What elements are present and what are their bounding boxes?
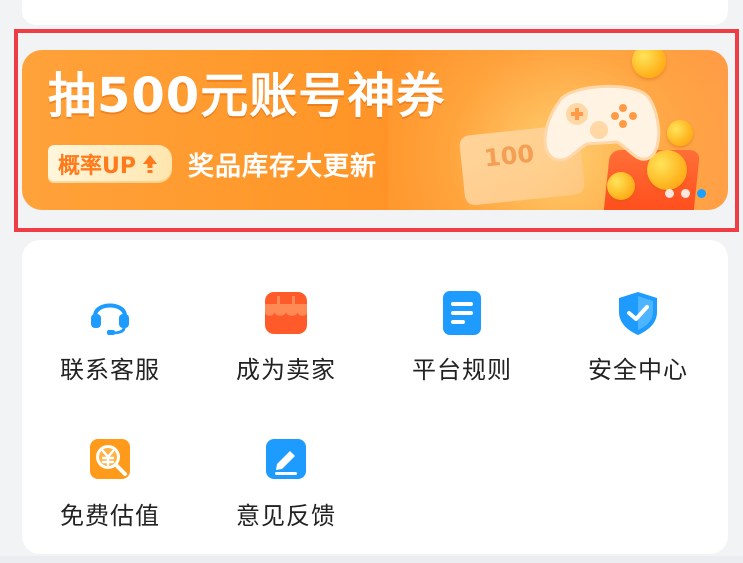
valuation-icon	[87, 436, 133, 482]
service-feedback[interactable]: 意见反馈	[198, 436, 374, 531]
service-contact-support[interactable]: 联系客服	[22, 290, 198, 385]
previous-card	[22, 0, 728, 25]
services-grid: 联系客服 成为卖家 平台规则 安全中心 免费估值 意见反馈	[22, 240, 728, 554]
service-label: 安全中心	[588, 356, 688, 384]
shop-icon	[263, 290, 309, 336]
service-label: 意见反馈	[236, 502, 336, 530]
service-platform-rules[interactable]: 平台规则	[374, 290, 550, 385]
document-icon	[439, 290, 485, 336]
service-free-valuation[interactable]: 免费估值	[22, 436, 198, 531]
shield-check-icon	[615, 290, 661, 336]
feedback-icon	[263, 436, 309, 482]
page: 100 抽500元账号神券 概率UP 奖品库存大更新 联系客服 成为卖家 平台规…	[0, 0, 743, 563]
service-become-seller[interactable]: 成为卖家	[198, 290, 374, 385]
service-label: 联系客服	[60, 356, 160, 384]
headset-icon	[87, 290, 133, 336]
bottom-divider	[0, 556, 743, 563]
service-security-center[interactable]: 安全中心	[550, 290, 726, 385]
service-label: 平台规则	[412, 356, 512, 384]
service-label: 免费估值	[60, 502, 160, 530]
highlight-frame	[14, 29, 739, 232]
service-label: 成为卖家	[236, 356, 336, 384]
